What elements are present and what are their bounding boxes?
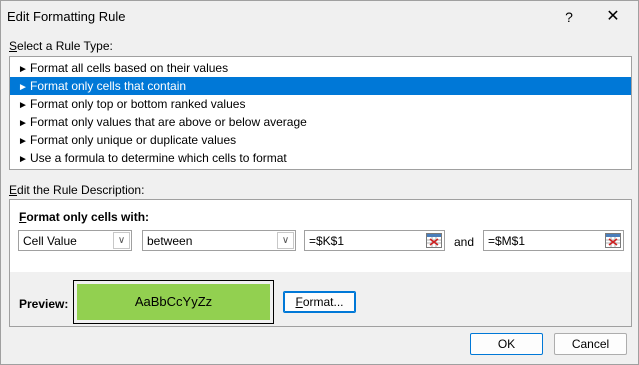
- cancel-button[interactable]: Cancel: [554, 333, 627, 355]
- rule-type-item[interactable]: ► Format only unique or duplicate values: [10, 131, 631, 149]
- help-button[interactable]: ?: [552, 3, 586, 31]
- preview-box: AaBbCcYyZz: [73, 280, 274, 324]
- chevron-down-icon[interactable]: ∨: [113, 232, 130, 249]
- ok-button[interactable]: OK: [470, 333, 543, 355]
- rule-description-group: Format only cells with: Cell Value ∨ bet…: [9, 199, 632, 327]
- range-select-icon[interactable]: [426, 233, 442, 248]
- chevron-down-icon[interactable]: ∨: [277, 232, 294, 249]
- rule-type-item[interactable]: ► Format only values that are above or be…: [10, 113, 631, 131]
- rule-type-item-selected[interactable]: ► Format only cells that contain: [10, 77, 631, 95]
- arrow-icon: ►: [18, 154, 28, 165]
- format-button[interactable]: Format...: [283, 291, 356, 313]
- format-only-cells-label: Format only cells with:: [19, 210, 150, 224]
- condition-panel: Format only cells with: Cell Value ∨ bet…: [10, 200, 631, 272]
- preview-label: Preview:: [19, 297, 69, 311]
- close-icon[interactable]: ✕: [593, 3, 633, 31]
- value2-input[interactable]: =$M$1: [483, 230, 624, 251]
- rule-type-list[interactable]: ► Format all cells based on their values …: [9, 56, 632, 170]
- rule-type-item[interactable]: ► Format only top or bottom ranked values: [10, 95, 631, 113]
- operator-dropdown[interactable]: between ∨: [142, 230, 296, 251]
- rule-description-label: Edit the Rule Description:: [9, 183, 145, 197]
- rule-type-item[interactable]: ► Format all cells based on their values: [10, 59, 631, 77]
- edit-formatting-rule-dialog: Edit Formatting Rule ? ✕ Select a Rule T…: [0, 0, 639, 365]
- cell-condition-dropdown[interactable]: Cell Value ∨: [18, 230, 132, 251]
- preview-sample: AaBbCcYyZz: [77, 284, 270, 320]
- rule-type-item[interactable]: ► Use a formula to determine which cells …: [10, 149, 631, 167]
- range-select-icon[interactable]: [605, 233, 621, 248]
- rule-type-label: Select a Rule Type:: [9, 39, 113, 53]
- and-label: and: [454, 235, 475, 249]
- value1-input[interactable]: =$K$1: [304, 230, 445, 251]
- dialog-title: Edit Formatting Rule: [7, 9, 126, 24]
- title-bar: Edit Formatting Rule ? ✕: [1, 1, 638, 33]
